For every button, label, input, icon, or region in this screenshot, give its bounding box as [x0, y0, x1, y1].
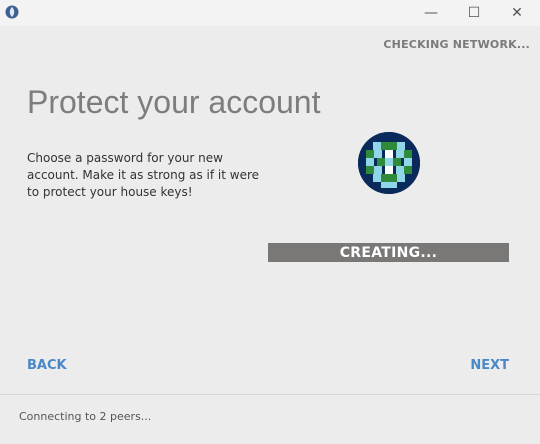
footer-divider [0, 394, 540, 395]
back-button[interactable]: BACK [27, 358, 67, 373]
creating-progress-bar: CREATING... [268, 243, 509, 262]
progress-label: CREATING... [339, 244, 438, 261]
close-button[interactable]: ✕ [496, 0, 538, 26]
next-button[interactable]: NEXT [470, 358, 509, 373]
peer-status: Connecting to 2 peers... [19, 410, 152, 423]
network-status: CHECKING NETWORK... [383, 38, 530, 51]
instructions-text: Choose a password for your new account. … [27, 151, 260, 199]
title-bar: — ☐ ✕ [0, 0, 540, 26]
app-globe-icon [5, 5, 19, 19]
maximize-button[interactable]: ☐ [453, 0, 495, 26]
identicon-avatar [358, 132, 420, 194]
minimize-button[interactable]: — [410, 0, 452, 26]
page-title: Protect your account [27, 84, 321, 120]
